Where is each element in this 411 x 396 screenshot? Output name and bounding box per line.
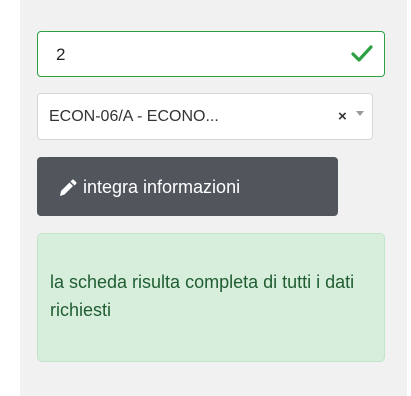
close-icon[interactable]: × xyxy=(338,107,347,127)
integra-informazioni-button[interactable]: integra informazioni xyxy=(37,157,338,216)
course-select-value: ECON-06/A - ECONO... xyxy=(49,108,219,125)
number-field[interactable]: 2 xyxy=(37,31,385,77)
course-select[interactable]: ECON-06/A - ECONO... × xyxy=(37,93,373,140)
completion-alert: la scheda risulta completa di tutti i da… xyxy=(37,233,385,362)
number-field-value: 2 xyxy=(56,45,66,64)
button-label: integra informazioni xyxy=(83,177,241,197)
pencil-icon xyxy=(60,179,77,196)
completion-message: la scheda risulta completa di tutti i da… xyxy=(50,272,355,320)
caret-down-icon[interactable] xyxy=(356,111,364,116)
check-icon xyxy=(351,45,373,62)
